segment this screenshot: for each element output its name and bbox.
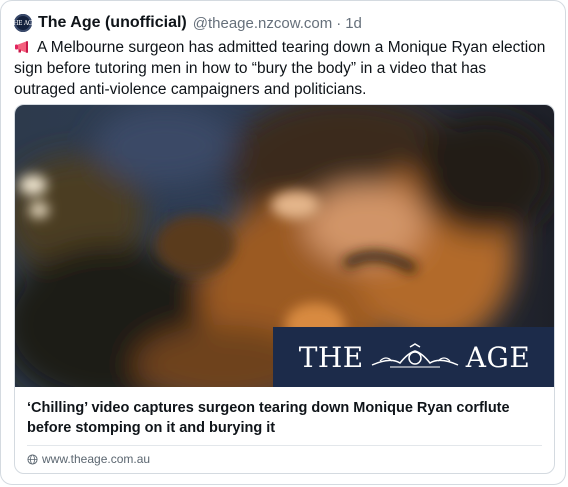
link-preview-card[interactable]: THE AGE ‘Chilling’ video captures surgeo… [14, 104, 555, 474]
crest-icon [371, 343, 459, 368]
article-thumbnail[interactable]: THE AGE [15, 105, 554, 387]
timestamp[interactable]: 1d [345, 15, 362, 32]
card-divider [27, 445, 542, 446]
avatar[interactable]: THE AGE [10, 14, 37, 32]
separator: · [336, 14, 342, 32]
globe-icon [27, 453, 38, 465]
post-body: A Melbourne surgeon has admitted tearing… [14, 37, 549, 100]
post-text: A Melbourne surgeon has admitted tearing… [14, 39, 546, 98]
display-name[interactable]: The Age (unofficial) [38, 14, 187, 32]
masthead-age: AGE [465, 340, 531, 374]
masthead-banner: THE AGE [273, 327, 554, 387]
article-domain[interactable]: www.theage.com.au [27, 452, 150, 466]
avatar-label: THE AGE [9, 19, 37, 27]
domain-label: www.theage.com.au [42, 452, 151, 466]
megaphone-icon [15, 41, 28, 53]
post-card[interactable]: THE AGE The Age (unofficial) @theage.nzc… [0, 0, 566, 485]
article-title[interactable]: ‘Chilling’ video captures surgeon tearin… [27, 398, 542, 438]
masthead-the: THE [298, 340, 364, 374]
handle[interactable]: @theage.nzcow.com [193, 15, 332, 32]
post-header: THE AGE The Age (unofficial) @theage.nzc… [10, 10, 362, 36]
